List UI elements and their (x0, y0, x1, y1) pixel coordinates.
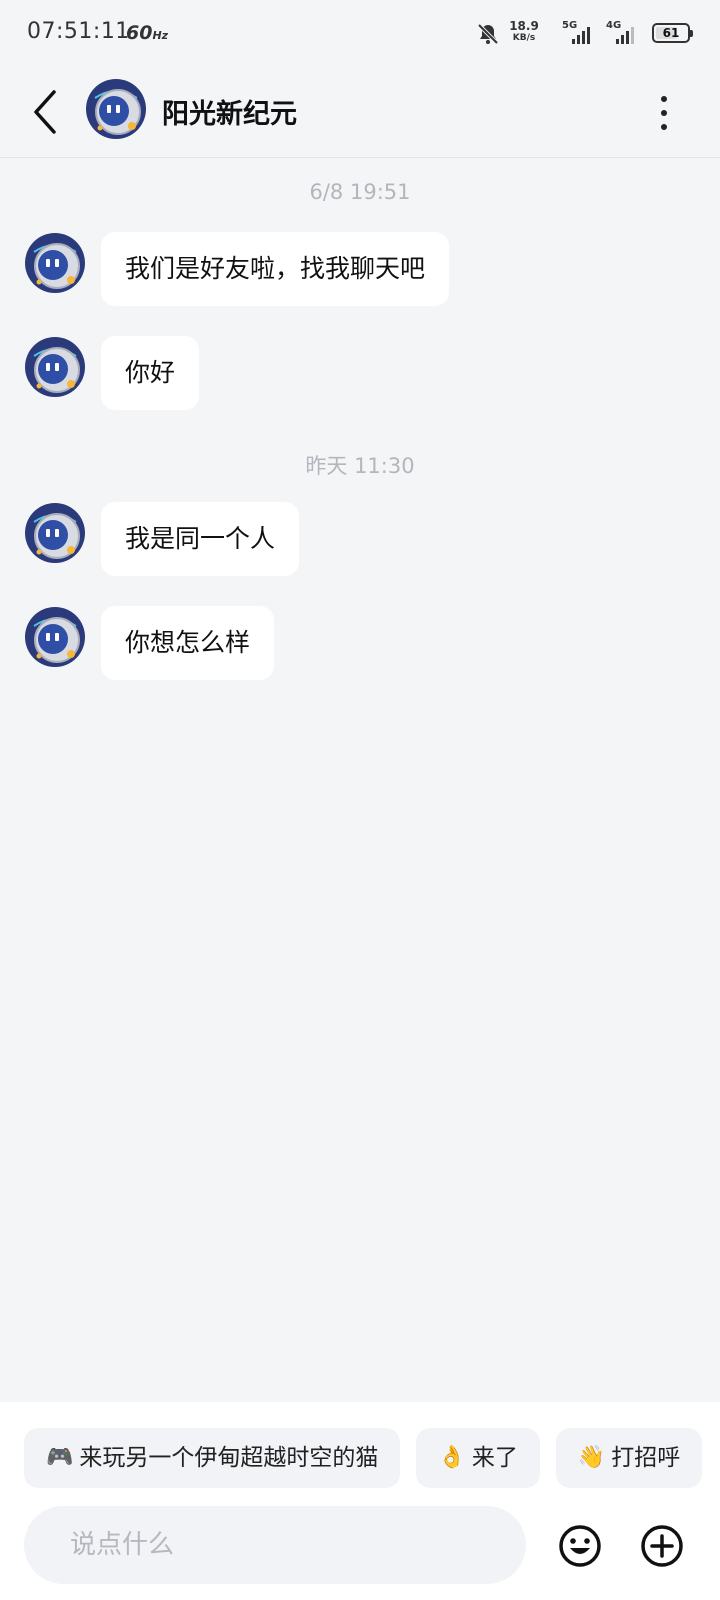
quick-reply-label: 来了 (471, 1445, 518, 1471)
quick-reply-chip[interactable]: 👋 打招呼 (555, 1428, 703, 1488)
more-options-button[interactable] (652, 88, 676, 136)
message-bubble[interactable]: 我是同一个人 (101, 502, 300, 576)
signal-4g-icon: 4G (606, 20, 642, 46)
message-bubble[interactable]: 我们是好友啦，找我聊天吧 (101, 232, 450, 306)
page-title: 阳光新纪元 (162, 99, 297, 130)
quick-replies: 🎮 来玩另一个伊甸超越时空的猫 👌 来了 👋 打招呼 (24, 1428, 703, 1488)
status-bar: 07:51:11 60Hz 18.9 KB/s 5G 4G 61 (0, 0, 720, 66)
avatar[interactable] (24, 336, 86, 398)
avatar[interactable] (24, 502, 86, 564)
refresh-rate: 60Hz (126, 22, 169, 44)
message-input[interactable] (24, 1506, 526, 1584)
quick-reply-chip[interactable]: 👌 来了 (416, 1428, 540, 1488)
status-time: 07:51:11 (27, 19, 130, 44)
ok-hand-icon: 👌 (438, 1445, 466, 1470)
avatar[interactable] (24, 606, 86, 668)
network-speed: 18.9 KB/s (509, 19, 539, 43)
timestamp-separator: 昨天 11:30 (305, 454, 415, 478)
avatar[interactable] (85, 78, 147, 140)
composer-area: 🎮 来玩另一个伊甸超越时空的猫 👌 来了 👋 打招呼 (0, 1402, 720, 1600)
plus-circle-icon[interactable] (640, 1524, 684, 1568)
gamepad-icon: 🎮 (46, 1445, 74, 1470)
signal-5g-icon: 5G (562, 20, 598, 46)
chat-header: 阳光新纪元 (0, 66, 720, 158)
battery-icon: 61 (652, 23, 693, 43)
more-vertical-icon (661, 96, 667, 102)
waving-hand-icon: 👋 (577, 1445, 606, 1470)
quick-reply-label: 来玩另一个伊甸超越时空的猫 (79, 1445, 379, 1471)
message-bubble[interactable]: 你想怎么样 (101, 606, 275, 680)
bell-off-icon (477, 23, 499, 45)
quick-reply-chip[interactable]: 🎮 来玩另一个伊甸超越时空的猫 (24, 1428, 401, 1488)
message-list[interactable]: 6/8 19:51 我们是好友啦，找我聊天吧 你好 昨天 11:30 我是同一个… (0, 158, 720, 1402)
smiley-icon[interactable] (558, 1524, 602, 1568)
back-button[interactable] (26, 84, 66, 140)
avatar[interactable] (24, 232, 86, 294)
quick-reply-label: 打招呼 (611, 1445, 681, 1471)
message-bubble[interactable]: 你好 (101, 336, 200, 410)
timestamp-separator: 6/8 19:51 (309, 180, 411, 204)
status-icons: 18.9 KB/s 5G 4G 61 (450, 19, 693, 48)
